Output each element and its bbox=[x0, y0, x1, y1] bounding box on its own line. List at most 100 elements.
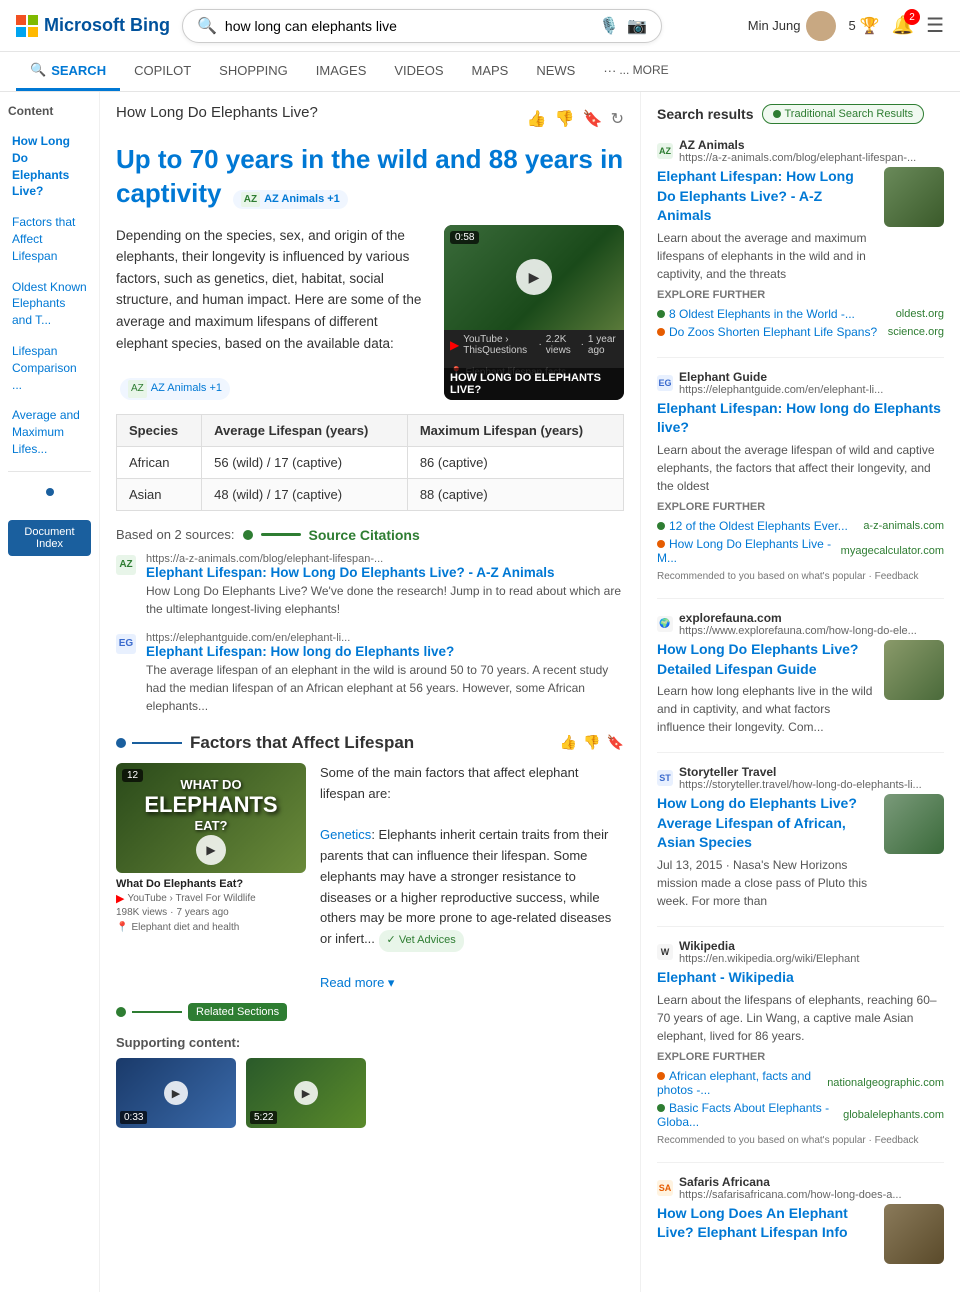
result-1-site-row: AZ AZ Animals https://a-z-animals.com/bl… bbox=[657, 138, 944, 164]
factors-bookmark-button[interactable]: 🔖 bbox=[607, 734, 624, 751]
result-2-desc: Learn about the average lifespan of wild… bbox=[657, 441, 944, 495]
table-header-maximum: Maximum Lifespan (years) bbox=[407, 414, 623, 446]
search-results-title: Search results bbox=[657, 106, 754, 122]
bookmark-button[interactable]: 🔖 bbox=[583, 109, 603, 129]
related-sections-dot bbox=[116, 1007, 126, 1017]
tab-copilot[interactable]: COPILOT bbox=[120, 53, 205, 91]
answer-source-tag[interactable]: AZ AZ Animals +1 bbox=[233, 190, 348, 209]
result-1-explore-2[interactable]: Do Zoos Shorten Elephant Life Spans? sci… bbox=[657, 323, 944, 341]
factors-video-thumbnail[interactable]: 12 WHAT DO ELEPHANTS EAT? ▶ bbox=[116, 763, 306, 873]
result-2-explore-1[interactable]: 12 of the Oldest Elephants Ever... a-z-a… bbox=[657, 517, 944, 535]
result-3-title[interactable]: How Long Do Elephants Live? Detailed Lif… bbox=[657, 640, 874, 679]
topbar: Microsoft Bing 🔍 🎙️ 📷 Min Jung 5 🏆 🔔 2 ☰ bbox=[0, 0, 960, 52]
read-more-link[interactable]: Read more ▾ bbox=[320, 975, 394, 990]
refresh-button[interactable]: ↻ bbox=[611, 109, 624, 129]
sidebar-item-factors[interactable]: Factors that Affect Lifespan bbox=[8, 209, 91, 269]
video-play-button[interactable]: ▶ bbox=[516, 259, 552, 295]
factors-video[interactable]: 12 WHAT DO ELEPHANTS EAT? ▶ What Do Elep… bbox=[116, 763, 306, 994]
related-sections-line bbox=[132, 1011, 182, 1013]
traditional-search-badge: Traditional Search Results bbox=[762, 104, 925, 124]
answer-source-tag2[interactable]: AZ AZ Animals +1 bbox=[120, 378, 230, 400]
table-cell-species-1: Asian bbox=[117, 478, 202, 510]
result-4-site: Storyteller Travel https://storyteller.t… bbox=[679, 765, 922, 791]
explore-dot bbox=[657, 522, 665, 530]
sources-indicator-line bbox=[261, 533, 301, 536]
search-icons: 🎙️ 📷 bbox=[599, 16, 647, 36]
result-5-explore-1[interactable]: African elephant, facts and photos -... … bbox=[657, 1067, 944, 1099]
trophy-icon: 🏆 bbox=[860, 16, 880, 36]
table-header-species: Species bbox=[117, 414, 202, 446]
topbar-right: Min Jung 5 🏆 🔔 2 ☰ bbox=[748, 11, 944, 41]
support-video-2-thumb[interactable]: ▶ 5:22 bbox=[246, 1058, 366, 1128]
factors-dislike-button[interactable]: 👎 bbox=[583, 734, 600, 751]
notifications-button[interactable]: 🔔 2 bbox=[892, 15, 914, 36]
result-6-site-row: SA Safaris Africana https://safarisafric… bbox=[657, 1175, 944, 1201]
tab-images[interactable]: IMAGES bbox=[302, 53, 381, 91]
document-index-button[interactable]: Document Index bbox=[8, 520, 91, 556]
az-animals-icon: AZ bbox=[241, 192, 260, 207]
result-1-site: AZ Animals https://a-z-animals.com/blog/… bbox=[679, 138, 916, 164]
support-video-2[interactable]: ▶ 5:22 bbox=[246, 1058, 366, 1128]
search-icon: 🔍 bbox=[197, 16, 217, 36]
search-input[interactable] bbox=[225, 18, 591, 34]
answer-video-thumbnail[interactable]: ▶ HOW LONG DO ELEPHANTS LIVE? 0:58 ▶ You… bbox=[444, 225, 624, 400]
search-results-header: Search results Traditional Search Result… bbox=[657, 104, 944, 124]
result-4-title[interactable]: How Long do Elephants Live? Average Life… bbox=[657, 794, 874, 853]
result-3-thumbnail bbox=[884, 640, 944, 700]
support-video-2-play[interactable]: ▶ bbox=[294, 1081, 318, 1105]
result-3-desc: Learn how long elephants live in the wil… bbox=[657, 682, 874, 736]
sidebar-item-comparison[interactable]: Lifespan Comparison ... bbox=[8, 338, 91, 398]
sidebar-item-how-long[interactable]: How Long Do Elephants Live? bbox=[8, 128, 91, 205]
result-1-favicon: AZ bbox=[657, 143, 673, 159]
result-5-title[interactable]: Elephant - Wikipedia bbox=[657, 968, 944, 988]
table-row: African 56 (wild) / 17 (captive) 86 (cap… bbox=[117, 446, 624, 478]
sidebar-item-average[interactable]: Average and Maximum Lifes... bbox=[8, 402, 91, 462]
result-1-title[interactable]: Elephant Lifespan: How Long Do Elephants… bbox=[657, 167, 874, 226]
genetics-link[interactable]: Genetics bbox=[320, 827, 371, 842]
bing-logo[interactable]: Microsoft Bing bbox=[16, 15, 170, 37]
source-2-title[interactable]: Elephant Lifespan: How long do Elephants… bbox=[146, 644, 624, 659]
result-item-6: SA Safaris Africana https://safarisafric… bbox=[657, 1175, 944, 1264]
support-video-1-thumb[interactable]: ▶ 0:33 bbox=[116, 1058, 236, 1128]
result-6-site: Safaris Africana https://safarisafricana… bbox=[679, 1175, 902, 1201]
sources-indicator-dot bbox=[243, 530, 253, 540]
hamburger-menu[interactable]: ☰ bbox=[926, 13, 944, 38]
result-3-favicon: 🌍 bbox=[657, 616, 673, 632]
tab-search[interactable]: 🔍 SEARCH bbox=[16, 52, 120, 91]
table-row: Asian 48 (wild) / 17 (captive) 88 (capti… bbox=[117, 478, 624, 510]
factors-video-play[interactable]: ▶ bbox=[196, 835, 226, 865]
explore-dot bbox=[657, 540, 665, 548]
divider-3 bbox=[657, 752, 944, 753]
result-2-explore-2[interactable]: How Long Do Elephants Live - M... myagec… bbox=[657, 535, 944, 567]
support-video-1-play[interactable]: ▶ bbox=[164, 1081, 188, 1105]
mic-button[interactable]: 🎙️ bbox=[599, 16, 619, 36]
result-5-explore-2[interactable]: Basic Facts About Elephants - Globa... g… bbox=[657, 1099, 944, 1131]
support-videos: ▶ 0:33 ▶ 5:22 bbox=[116, 1058, 624, 1128]
result-1-explore-1[interactable]: 8 Oldest Elephants in the World -... old… bbox=[657, 305, 944, 323]
tab-maps[interactable]: MAPS bbox=[458, 53, 523, 91]
source-2-url: https://elephantguide.com/en/elephant-li… bbox=[146, 632, 624, 644]
result-3-text: How Long Do Elephants Live? Detailed Lif… bbox=[657, 640, 874, 736]
tab-more[interactable]: ··· ... MORE bbox=[589, 53, 682, 91]
camera-button[interactable]: 📷 bbox=[627, 16, 647, 36]
like-button[interactable]: 👍 bbox=[527, 109, 547, 129]
tab-news[interactable]: NEWS bbox=[522, 53, 589, 91]
sidebar-indicator-dot bbox=[46, 488, 54, 496]
result-2-title[interactable]: Elephant Lifespan: How long do Elephants… bbox=[657, 399, 944, 438]
related-sections-badge: Related Sections bbox=[188, 1003, 287, 1021]
result-3-body: How Long Do Elephants Live? Detailed Lif… bbox=[657, 640, 944, 736]
table-header-average: Average Lifespan (years) bbox=[202, 414, 408, 446]
vet-tag[interactable]: ✓ Vet Advices bbox=[379, 930, 464, 952]
factors-video-overlay1: WHAT DO bbox=[116, 777, 306, 792]
sidebar-title: Content bbox=[8, 104, 91, 118]
sidebar-item-oldest[interactable]: Oldest Known Elephants and T... bbox=[8, 274, 91, 334]
dislike-button[interactable]: 👎 bbox=[555, 109, 575, 129]
user-avatar[interactable] bbox=[806, 11, 836, 41]
explore-dot bbox=[657, 1104, 665, 1112]
support-video-1[interactable]: ▶ 0:33 bbox=[116, 1058, 236, 1128]
factors-like-button[interactable]: 👍 bbox=[560, 734, 577, 751]
source-1-title[interactable]: Elephant Lifespan: How Long Do Elephants… bbox=[146, 565, 624, 580]
tab-videos[interactable]: VIDEOS bbox=[380, 53, 457, 91]
result-6-title[interactable]: How Long Does An Elephant Live? Elephant… bbox=[657, 1204, 874, 1243]
tab-shopping[interactable]: SHOPPING bbox=[205, 53, 302, 91]
